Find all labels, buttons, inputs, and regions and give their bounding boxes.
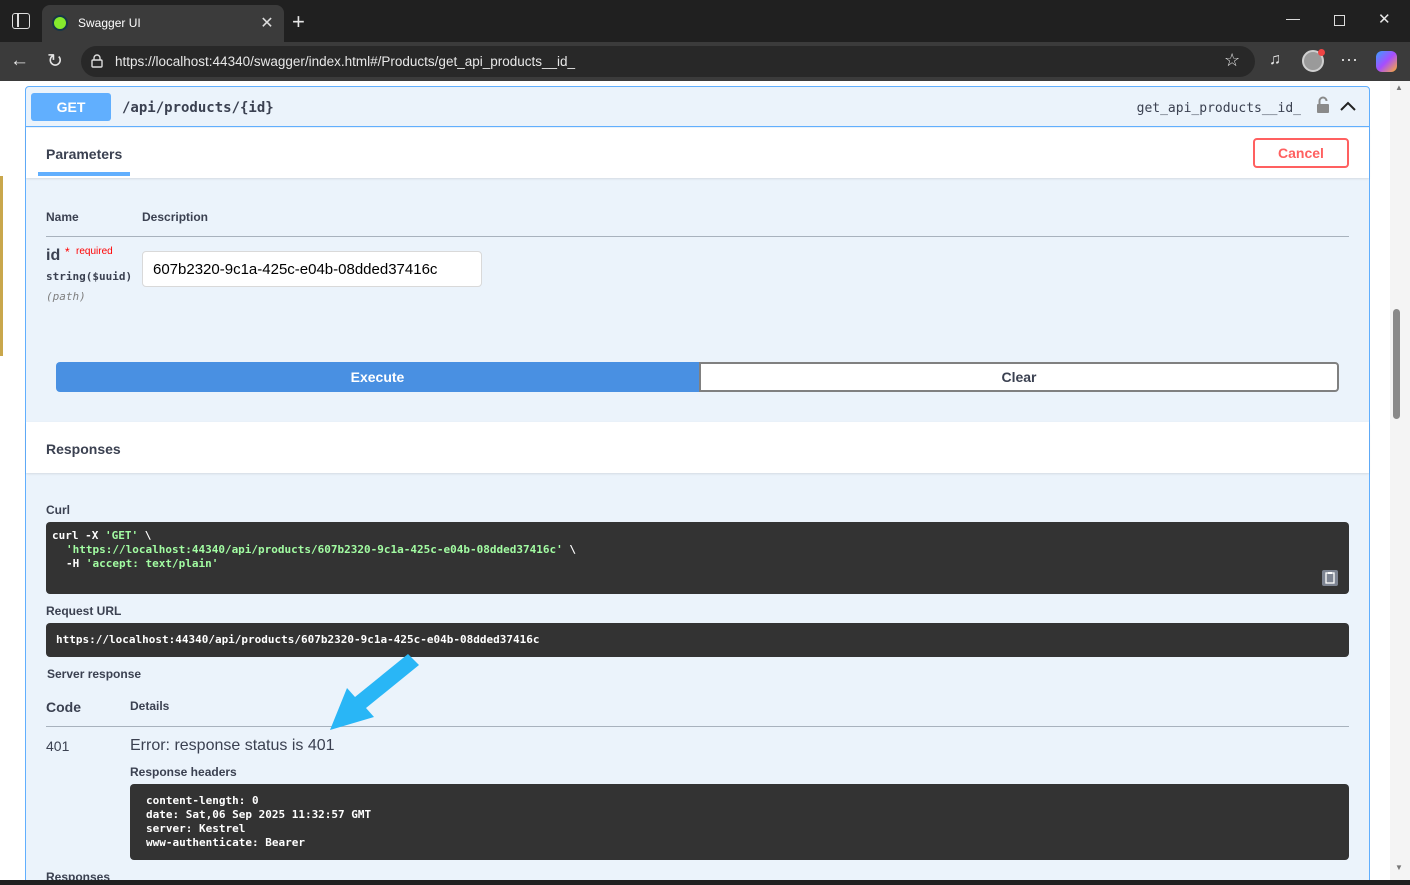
curl-label: Curl — [46, 503, 70, 517]
execute-button[interactable]: Execute — [56, 362, 699, 392]
response-header-line: server: Kestrel — [146, 822, 246, 835]
annotation-arrow-icon — [330, 654, 419, 730]
server-response-label: Server response — [47, 667, 142, 681]
profile-avatar[interactable] — [1302, 49, 1325, 72]
scroll-up-icon[interactable]: ▲ — [1395, 83, 1403, 92]
response-header-line: content-length: 0 — [146, 794, 259, 807]
response-headers-block: content-length: 0 date: Sat,06 Sep 2025 … — [130, 784, 1349, 860]
window-close-icon[interactable]: ✕ — [1378, 10, 1391, 28]
sidebar-toggle-icon[interactable] — [12, 13, 30, 29]
response-table-divider — [46, 726, 1349, 727]
param-required-star: * — [65, 245, 70, 259]
response-header-line: www-authenticate: Bearer — [146, 836, 305, 849]
request-url-block: https://localhost:44340/api/products/607… — [46, 623, 1349, 657]
http-method-badge: GET — [31, 93, 111, 121]
favorite-star-icon[interactable]: ☆ — [1224, 50, 1240, 71]
responses-title: Responses — [46, 441, 121, 457]
response-error-text: Error: response status is 401 — [130, 737, 335, 754]
swagger-page: GET /api/products/{id} get_api_products_… — [0, 81, 1410, 880]
authorize-lock-icon[interactable] — [1316, 96, 1330, 114]
address-bar[interactable]: https://localhost:44340/swagger/index.ht… — [81, 46, 1255, 77]
clear-button[interactable]: Clear — [699, 362, 1339, 392]
response-header-line: date: Sat,06 Sep 2025 11:32:57 GMT — [146, 808, 372, 821]
responses-header: Responses — [26, 422, 1369, 473]
request-url-text: https://localhost:44340/api/products/607… — [56, 633, 540, 646]
parameters-header: Parameters Cancel — [26, 128, 1369, 178]
copilot-icon[interactable] — [1376, 51, 1397, 72]
swagger-favicon-icon — [52, 15, 68, 31]
lock-icon — [91, 54, 103, 68]
collapse-chevron-icon[interactable] — [1339, 100, 1357, 112]
operation-block: GET /api/products/{id} get_api_products_… — [25, 86, 1370, 880]
browser-tab-bar: Swagger UI ✕ + — ✕ — [0, 0, 1410, 42]
browser-toolbar: ← ↻ https://localhost:44340/swagger/inde… — [0, 42, 1410, 81]
left-edge-strip — [0, 176, 3, 356]
more-options-icon[interactable]: ··· — [1340, 49, 1358, 70]
tab-parameters[interactable]: Parameters — [46, 146, 122, 162]
maximize-icon[interactable] — [1334, 15, 1345, 26]
operation-summary[interactable]: GET /api/products/{id} get_api_products_… — [26, 87, 1369, 127]
operation-path: /api/products/{id} — [122, 100, 274, 116]
back-icon[interactable]: ← — [10, 50, 29, 72]
response-headers-label: Response headers — [130, 765, 237, 779]
param-name: id — [46, 247, 61, 264]
curl-block: curl -X 'GET' \ 'https://localhost:44340… — [46, 522, 1349, 594]
id-input[interactable] — [142, 251, 482, 287]
browser-tab[interactable]: Swagger UI ✕ — [42, 5, 284, 42]
tab-parameters-underline — [38, 172, 130, 176]
page-scrollbar[interactable]: ▲ ▼ — [1390, 81, 1410, 880]
param-type: string($uuid) — [46, 270, 133, 283]
col-code-header: Code — [46, 699, 81, 715]
new-tab-icon[interactable]: + — [292, 9, 305, 35]
col-details-header: Details — [130, 699, 170, 713]
response-code: 401 — [46, 738, 70, 754]
scroll-down-icon[interactable]: ▼ — [1395, 863, 1403, 872]
scrollbar-thumb[interactable] — [1393, 309, 1400, 419]
tab-close-icon[interactable]: ✕ — [258, 13, 276, 33]
copy-to-clipboard-icon[interactable] — [1321, 569, 1339, 587]
request-url-label: Request URL — [46, 604, 122, 618]
cancel-button[interactable]: Cancel — [1253, 138, 1349, 168]
responses-bottom-label: Responses — [46, 870, 111, 880]
url-text: https://localhost:44340/swagger/index.ht… — [115, 54, 576, 69]
extensions-icon[interactable]: ♫ — [1269, 51, 1281, 69]
param-required-label: required — [76, 246, 113, 257]
operation-id: get_api_products__id_ — [1136, 101, 1301, 116]
tab-title: Swagger UI — [78, 16, 141, 30]
param-location: (path) — [46, 290, 86, 303]
col-description-header: Description — [142, 210, 209, 224]
reload-icon[interactable]: ↻ — [47, 50, 63, 73]
parameters-divider — [46, 236, 1349, 237]
minimize-icon[interactable]: — — [1286, 10, 1300, 26]
col-name-header: Name — [46, 210, 79, 224]
